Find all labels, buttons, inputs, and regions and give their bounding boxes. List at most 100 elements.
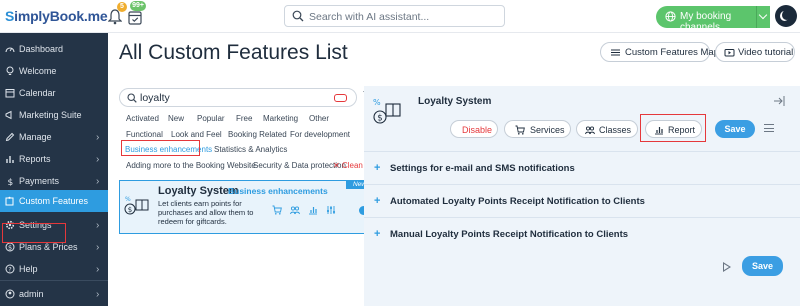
gift-dollar-icon: $% [124,196,149,215]
save-button-bottom[interactable]: Save [742,256,783,276]
feature-card-title: Loyalty System [158,185,239,197]
chevron-right-icon: › [96,264,100,275]
detail-header: $% Loyalty System Disable Services Class… [364,86,800,144]
tag-new[interactable]: New [168,114,184,123]
chevron-right-icon: › [96,132,100,143]
dollar-icon: $ [8,178,14,186]
svg-text:$: $ [8,178,14,186]
my-booking-channels-button[interactable]: My booking channels [656,6,770,33]
search-icon [127,93,137,103]
sidebar: Dashboard Welcome Calendar Marketing Sui… [0,33,108,306]
dollar-circle-icon: $ [5,242,15,252]
sidebar-item-help[interactable]: ? Help › [0,258,108,280]
sidebar-item-reports[interactable]: Reports › [0,148,108,170]
tag-booking-related[interactable]: Booking Related [228,130,287,139]
ai-search-input[interactable]: Search with AI assistant... [284,5,505,27]
users-icon [585,126,595,135]
report-chart-icon [309,207,317,215]
tag-security-data-protection[interactable]: Security & Data protection [253,161,346,170]
help-icon: ? [5,264,15,274]
sidebar-item-dashboard[interactable]: Dashboard [0,38,108,60]
settings-sliders-icon [326,206,336,214]
section-email-sms-settings[interactable]: + Settings for e-mail and SMS notificati… [364,151,800,184]
chevron-right-icon: › [96,289,100,300]
chevron-right-icon: › [96,176,100,187]
svg-text:$: $ [377,114,382,124]
expand-plus-icon: + [374,195,381,207]
tag-adding-more-booking-website[interactable]: Adding more to the Booking Website [126,161,256,170]
cart-icon [272,205,282,215]
expand-plus-icon: + [374,162,381,174]
disable-button[interactable]: Disable [450,120,498,138]
sidebar-item-welcome[interactable]: Welcome [0,60,108,82]
theme-moon-avatar[interactable] [775,5,797,27]
notifications-badge: 5 [117,2,127,12]
tag-activated[interactable]: Activated [126,114,159,123]
calendar-check-icon[interactable] [128,10,142,25]
tag-for-development[interactable]: For development [290,130,350,139]
chevron-down-icon [758,10,768,20]
puzzle-icon [5,196,14,206]
sidebar-item-manage[interactable]: Manage › [0,126,108,148]
chevron-right-icon: › [96,154,100,165]
classes-button[interactable]: Classes [576,120,638,138]
expand-plus-icon: + [374,228,381,240]
feature-card-loyalty-system[interactable]: New $% Loyalty System Business enhanceme… [119,180,374,234]
sidebar-item-marketing-suite[interactable]: Marketing Suite [0,104,108,126]
svg-text:$: $ [128,206,132,214]
sidebar-user-admin[interactable]: admin › [0,283,108,305]
megaphone-icon [5,110,12,120]
save-button-top[interactable]: Save [715,120,755,138]
calendar-badge: 99+ [130,1,146,11]
feature-card-category: Business enhancements [228,186,328,196]
svg-text:%: % [373,98,381,107]
search-placeholder: Search with AI assistant... [309,11,430,23]
chart-icon [6,156,14,163]
dashboard-icon [5,47,15,53]
chevron-right-icon: › [96,242,100,253]
user-icon [5,289,15,299]
app-logo[interactable]: SimplyBook.me [5,8,108,24]
video-icon [724,49,735,57]
chevron-right-icon: › [96,220,100,231]
users-icon [290,206,300,215]
detail-title: Loyalty System [418,96,492,107]
list-icon [611,49,620,56]
sidebar-item-custom-features[interactable]: Custom Features [0,190,108,212]
svg-text:%: % [125,196,131,203]
search-icon [292,10,304,22]
sidebar-item-calendar[interactable]: Calendar [0,82,108,104]
collapse-panel-icon[interactable] [773,96,785,106]
lightbulb-icon [6,66,14,75]
search-value: loyalty [140,92,170,104]
sidebar-divider [0,280,108,281]
play-icon[interactable] [723,262,731,272]
page-title: All Custom Features List [119,41,348,64]
tag-popular[interactable]: Popular [197,114,225,123]
sidebar-item-payments[interactable]: $ Payments › [0,170,108,192]
custom-features-highlight-box [2,223,66,243]
svg-text:?: ? [8,266,11,274]
video-tutorial-button[interactable]: Video tutorial [715,42,795,62]
custom-features-map-button[interactable]: Custom Features Map [600,42,719,62]
calendar-icon [5,89,15,98]
section-automated-receipt-notification[interactable]: + Automated Loyalty Points Receipt Notif… [364,184,800,217]
tag-other[interactable]: Other [309,114,329,123]
report-highlight-box [640,114,706,142]
clean-filters-link[interactable]: ✕ Clean [333,161,363,170]
feature-search-input[interactable]: loyalty [119,88,357,107]
tag-free[interactable]: Free [236,114,252,123]
services-button[interactable]: Services [504,120,571,138]
clear-search-icon[interactable] [334,94,347,102]
hamburger-menu-icon[interactable] [764,124,774,132]
tag-look-and-feel[interactable]: Look and Feel [171,130,222,139]
tag-marketing[interactable]: Marketing [263,114,298,123]
top-bar: SimplyBook.me 5 99+ Search with AI assis… [0,0,800,33]
tag-statistics-analytics[interactable]: Statistics & Analytics [214,145,287,154]
tag-functional[interactable]: Functional [126,130,163,139]
clean-x-icon: ✕ [333,161,342,170]
gift-dollar-icon: $% [373,98,401,124]
moon-icon [782,10,791,20]
section-manual-receipt-notification[interactable]: + Manual Loyalty Points Receipt Notifica… [364,217,800,250]
globe-icon [665,11,676,22]
